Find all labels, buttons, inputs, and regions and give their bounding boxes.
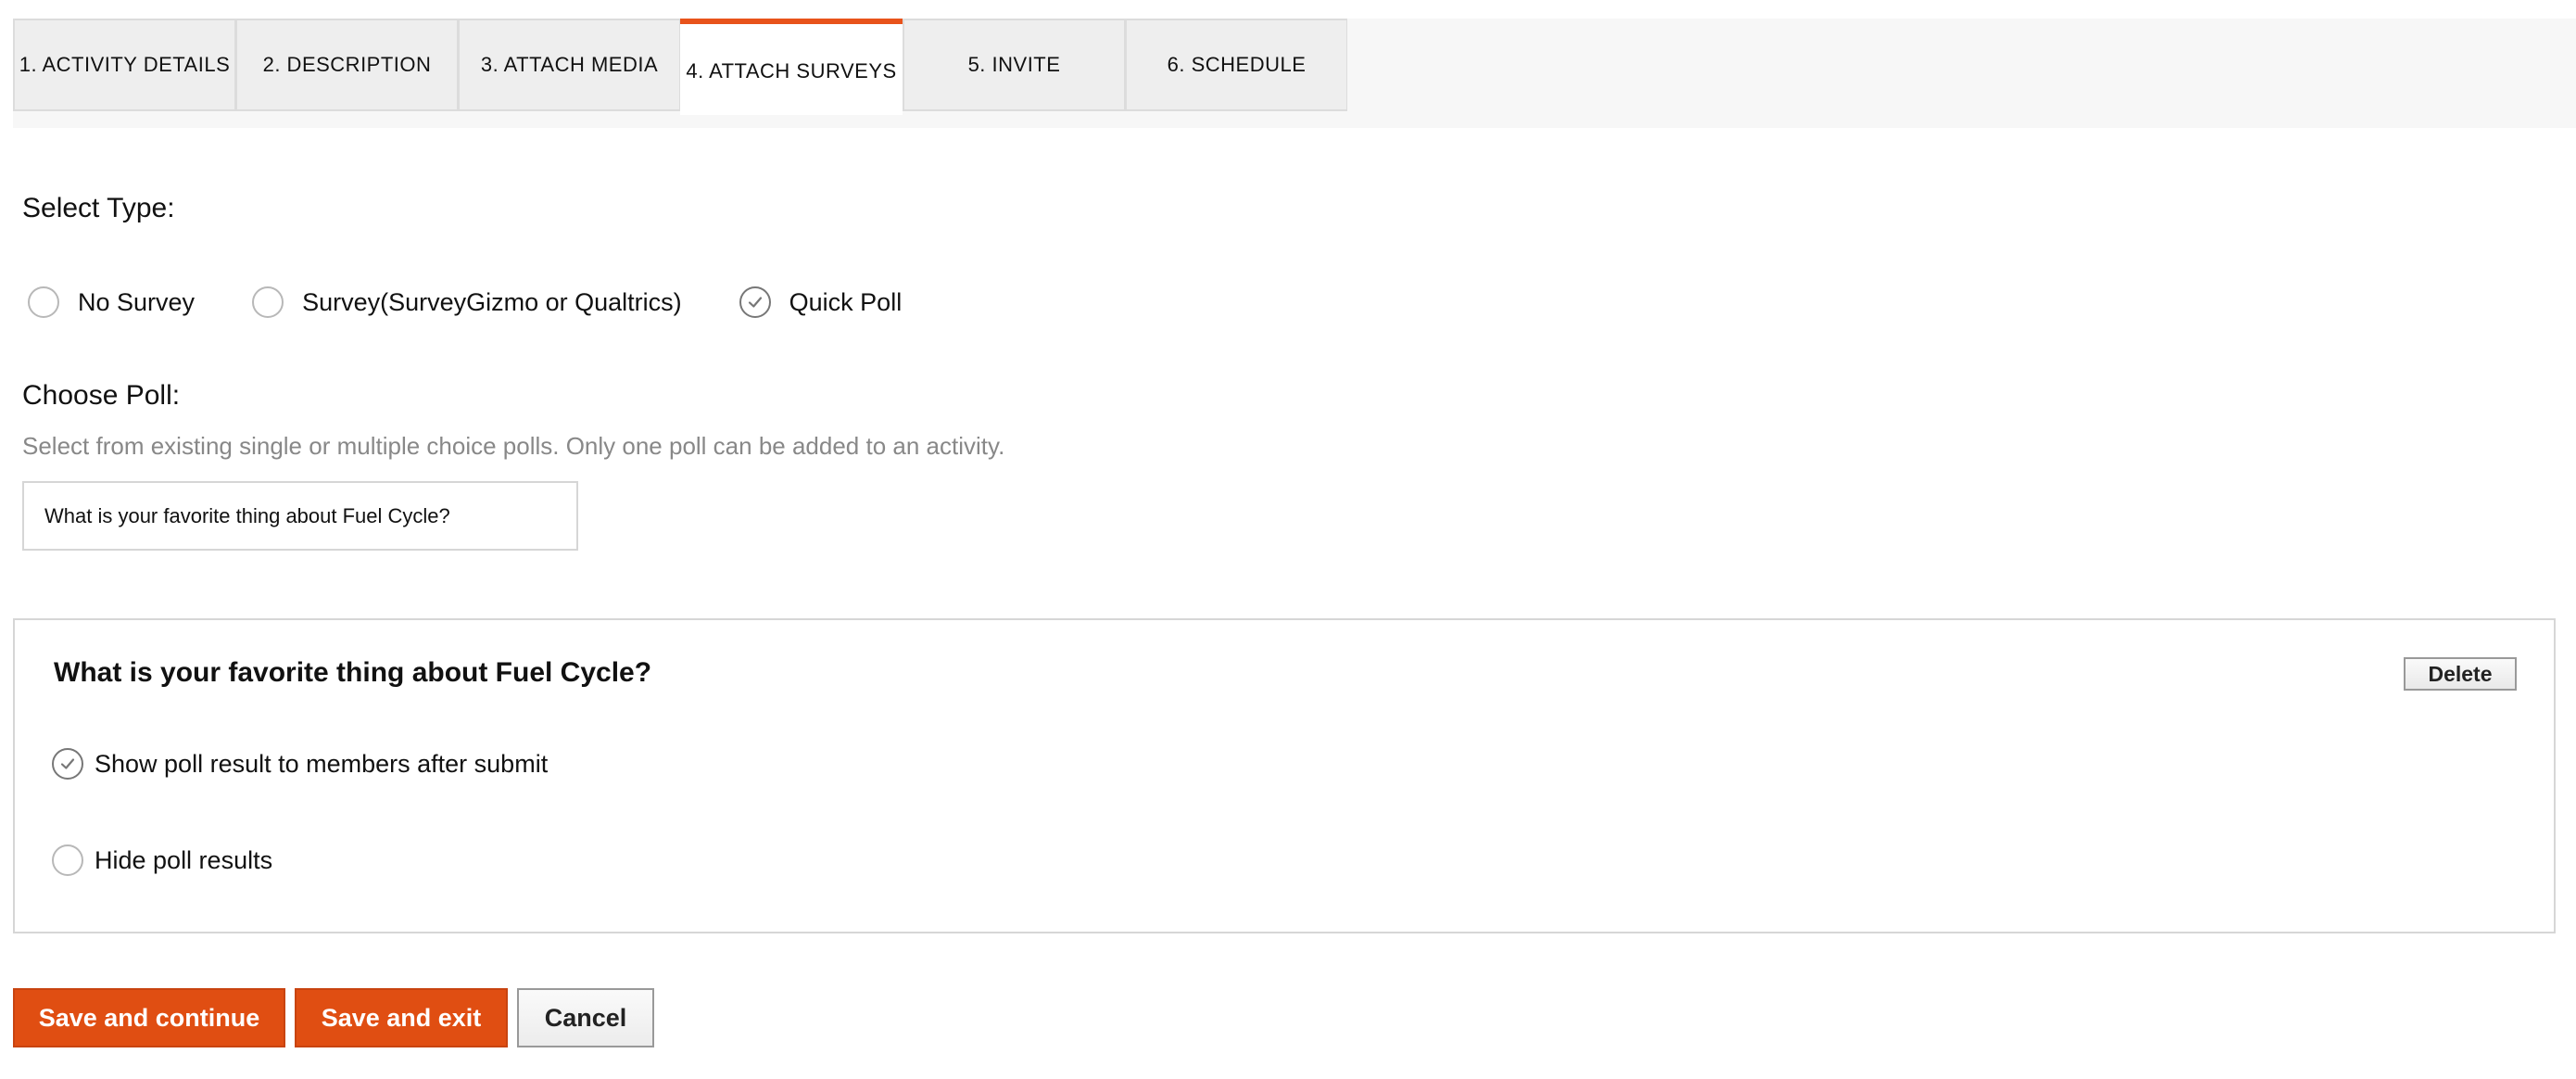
- radio-quick-poll[interactable]: Quick Poll: [739, 286, 903, 318]
- survey-type-radio-group: No Survey Survey(SurveyGizmo or Qualtric…: [28, 284, 959, 321]
- poll-select-input[interactable]: [22, 481, 578, 551]
- option-label: Hide poll results: [95, 845, 273, 874]
- tab-attach-surveys[interactable]: 4. ATTACH SURVEYS: [680, 19, 903, 115]
- poll-title: What is your favorite thing about Fuel C…: [54, 657, 652, 688]
- poll-card: What is your favorite thing about Fuel C…: [13, 618, 2556, 933]
- cancel-button[interactable]: Cancel: [517, 988, 654, 1047]
- choose-poll-label: Choose Poll:: [22, 380, 181, 411]
- wizard-tab-bar: 1. ACTIVITY DETAILS 2. DESCRIPTION 3. AT…: [13, 19, 2576, 128]
- select-type-label: Select Type:: [22, 193, 175, 223]
- tab-description[interactable]: 2. DESCRIPTION: [235, 19, 458, 111]
- checkmark-circle-icon: [52, 748, 83, 780]
- radio-unchecked-icon: [28, 286, 59, 318]
- save-and-continue-button[interactable]: Save and continue: [13, 988, 285, 1047]
- delete-poll-button[interactable]: Delete: [2404, 657, 2517, 691]
- tab-invite[interactable]: 5. INVITE: [903, 19, 1125, 111]
- option-show-poll-result[interactable]: Show poll result to members after submit: [52, 748, 548, 780]
- tab-schedule[interactable]: 6. SCHEDULE: [1125, 19, 1347, 111]
- radio-unchecked-icon: [252, 286, 284, 318]
- radio-unchecked-icon: [52, 844, 83, 876]
- radio-no-survey[interactable]: No Survey: [28, 286, 195, 318]
- radio-survey[interactable]: Survey(SurveyGizmo or Qualtrics): [252, 286, 682, 318]
- tab-attach-media[interactable]: 3. ATTACH MEDIA: [458, 19, 680, 111]
- option-label: Show poll result to members after submit: [95, 749, 549, 778]
- tab-activity-details[interactable]: 1. ACTIVITY DETAILS: [13, 19, 235, 111]
- radio-label: Survey(SurveyGizmo or Qualtrics): [302, 287, 682, 316]
- checkmark-circle-icon: [739, 286, 771, 318]
- wizard-tabs: 1. ACTIVITY DETAILS 2. DESCRIPTION 3. AT…: [13, 19, 1347, 115]
- radio-label: No Survey: [78, 287, 196, 316]
- option-hide-poll-results[interactable]: Hide poll results: [52, 844, 272, 876]
- radio-label: Quick Poll: [789, 287, 903, 316]
- form-actions: Save and continue Save and exit Cancel: [13, 988, 663, 1047]
- choose-poll-hint: Select from existing single or multiple …: [22, 432, 1005, 460]
- save-and-exit-button[interactable]: Save and exit: [295, 988, 508, 1047]
